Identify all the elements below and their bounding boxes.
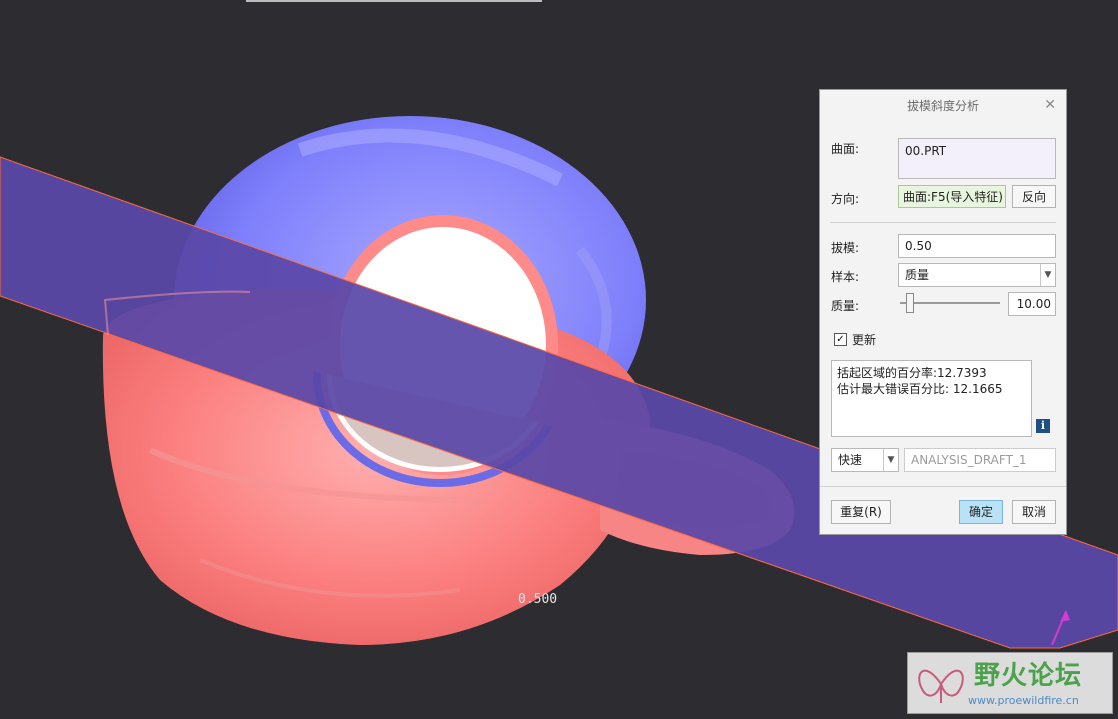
quality-slider-thumb[interactable] bbox=[906, 293, 914, 313]
update-label: 更新 bbox=[852, 333, 877, 347]
ok-button[interactable]: 确定 bbox=[959, 500, 1003, 524]
chevron-down-icon[interactable]: ▼ bbox=[883, 449, 898, 471]
mode-select[interactable]: 快速 ▼ bbox=[831, 448, 899, 472]
quality-label: 质量: bbox=[831, 299, 860, 313]
surface-collector[interactable]: 00.PRT bbox=[898, 138, 1056, 179]
quality-slider-track[interactable] bbox=[900, 302, 1000, 304]
analysis-name-input[interactable]: ANALYSIS_DRAFT_1 bbox=[904, 448, 1056, 472]
info-icon[interactable]: i bbox=[1036, 419, 1050, 433]
dialog-title: 拔模斜度分析 bbox=[906, 99, 979, 113]
direction-collector[interactable]: 曲面:F5(导入特征) bbox=[898, 185, 1006, 208]
sample-label: 样本: bbox=[831, 270, 860, 284]
surface-label: 曲面: bbox=[831, 142, 860, 156]
separator bbox=[830, 222, 1056, 223]
draft-label: 拔模: bbox=[831, 241, 860, 255]
max-error-text: 估计最大错误百分比: 12.1665 bbox=[837, 382, 1003, 396]
separator bbox=[820, 486, 1066, 487]
draft-analysis-dialog: 拔模斜度分析 ✕ 曲面: 00.PRT 方向: 曲面:F5(导入特征) 反向 拔… bbox=[819, 89, 1067, 535]
direction-label: 方向: bbox=[831, 192, 860, 206]
draft-angle-input[interactable]: 0.50 bbox=[898, 234, 1056, 258]
butterfly-logo-icon bbox=[918, 669, 964, 703]
watermark-title: 野火论坛 bbox=[974, 661, 1083, 691]
sample-select-value: 质量 bbox=[905, 268, 930, 282]
results-area: 括起区域的百分率:12.7393 估计最大错误百分比: 12.1665 bbox=[831, 360, 1032, 437]
forum-watermark: 野火论坛 www.proewildfire.cn bbox=[907, 652, 1113, 714]
close-icon[interactable]: ✕ bbox=[1044, 97, 1056, 113]
dimension-label: 0.500 bbox=[518, 592, 557, 607]
quality-input[interactable]: 10.00 bbox=[1008, 292, 1056, 316]
top-edge-bar bbox=[246, 0, 542, 2]
repeat-button[interactable]: 重复(R) bbox=[831, 500, 891, 524]
chevron-down-icon[interactable]: ▼ bbox=[1040, 264, 1055, 286]
cancel-button[interactable]: 取消 bbox=[1012, 500, 1056, 524]
enclosed-percentage-text: 括起区域的百分率:12.7393 bbox=[837, 366, 987, 380]
mode-select-value: 快速 bbox=[838, 453, 863, 467]
sample-select[interactable]: 质量 ▼ bbox=[898, 263, 1056, 287]
reverse-button[interactable]: 反向 bbox=[1012, 185, 1056, 208]
watermark-url: www.proewildfire.cn bbox=[968, 694, 1079, 707]
update-checkbox[interactable]: ✓ bbox=[834, 333, 847, 346]
